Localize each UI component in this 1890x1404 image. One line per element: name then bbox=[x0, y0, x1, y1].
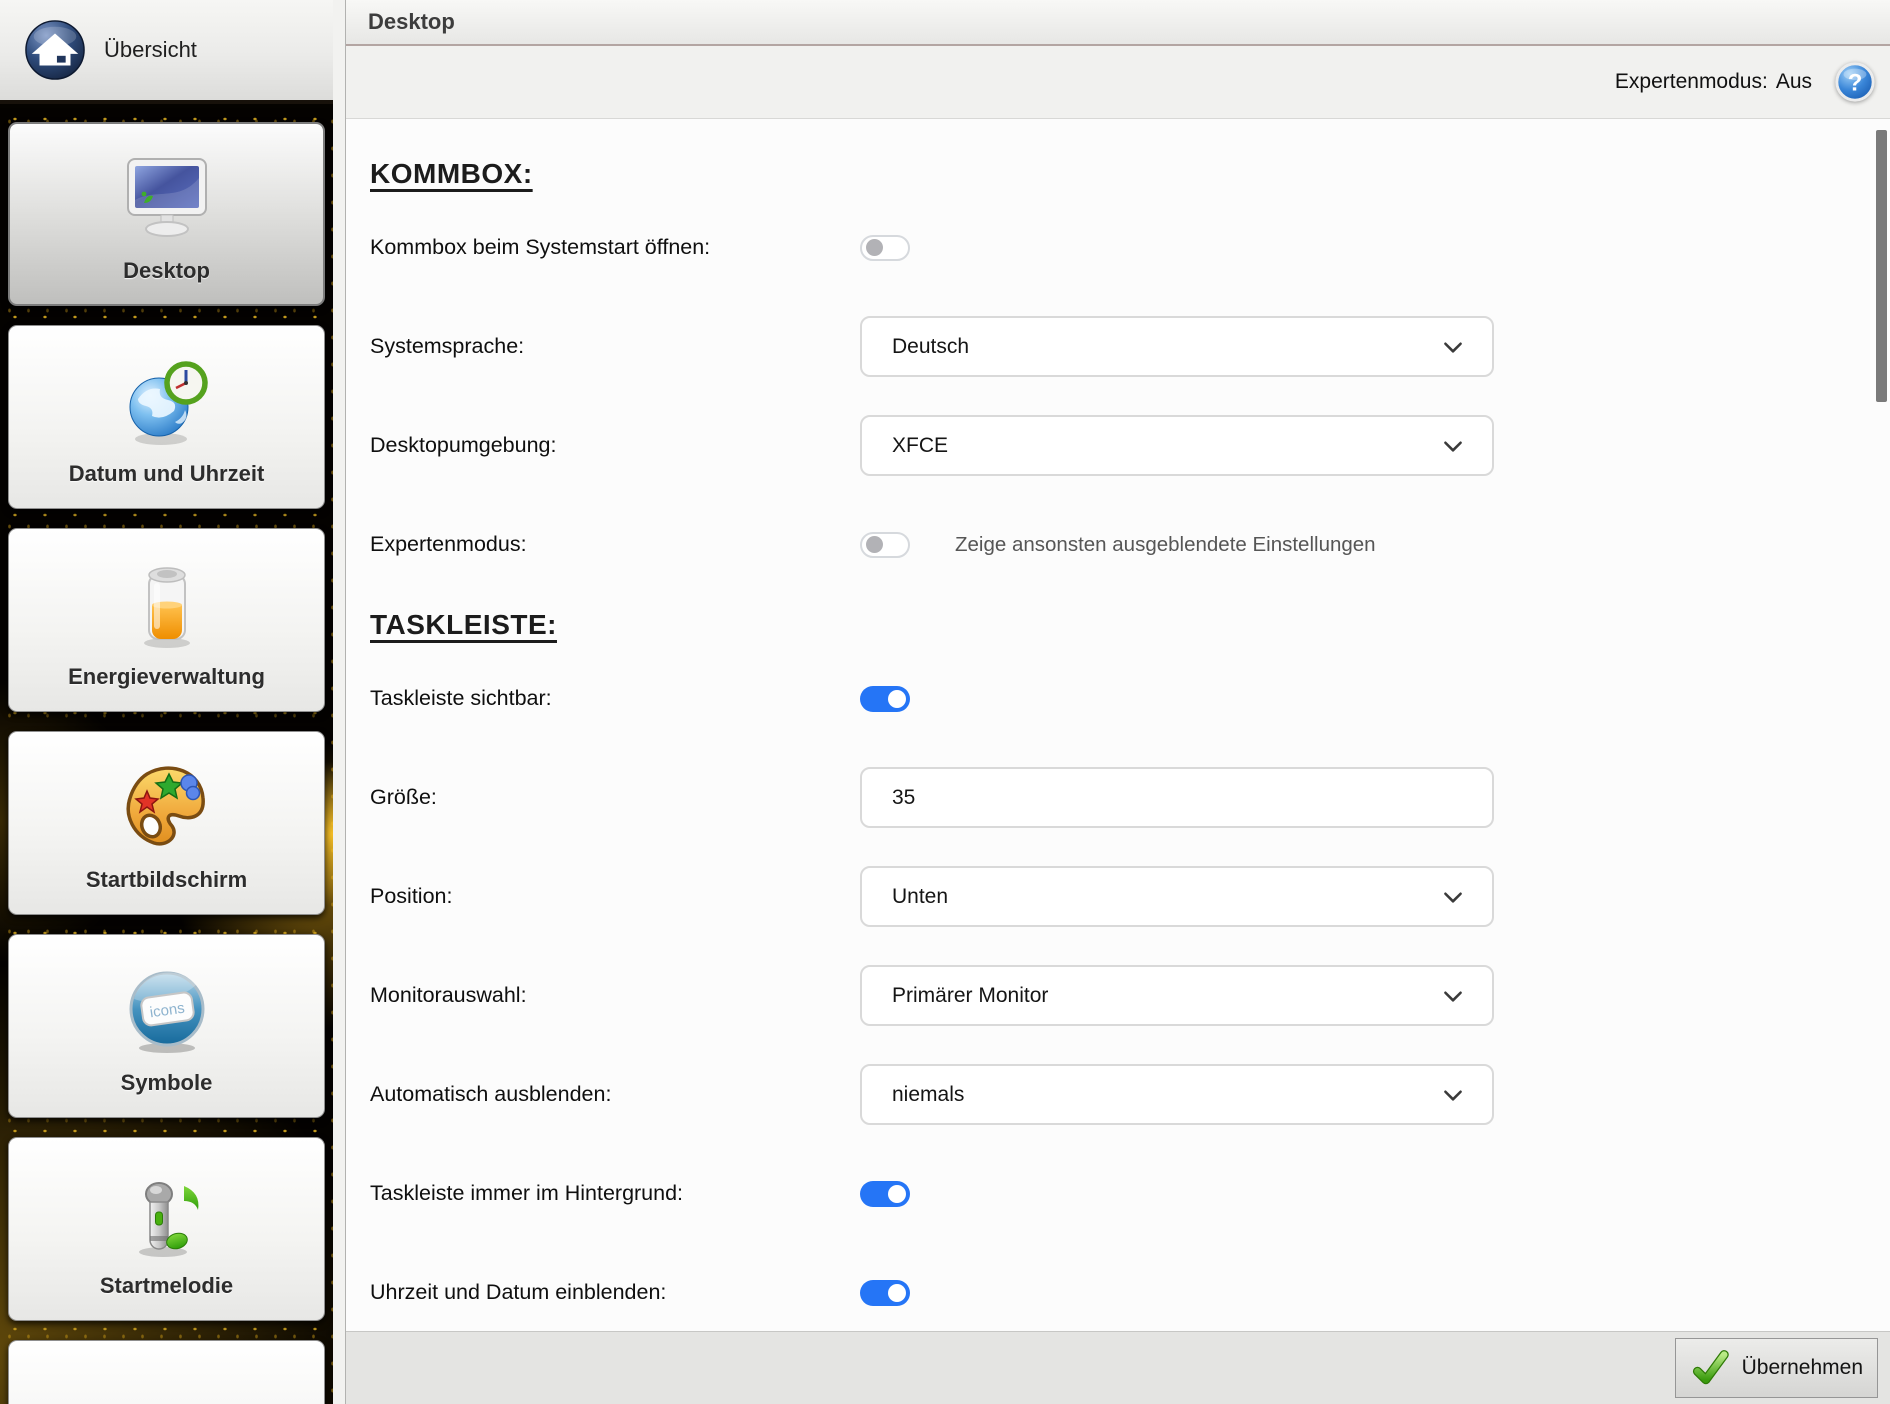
position-label: Position: bbox=[370, 884, 860, 909]
vertical-scrollbar-thumb[interactable] bbox=[1876, 130, 1887, 402]
uhrzeit-datum-toggle[interactable] bbox=[860, 1280, 910, 1306]
monitorauswahl-selected-value: Primärer Monitor bbox=[892, 984, 1048, 1008]
position-selected-value: Unten bbox=[892, 885, 948, 909]
sidebar-item-screensaver[interactable] bbox=[8, 1340, 325, 1404]
toggle-knob bbox=[888, 1284, 906, 1302]
groesse-label: Größe: bbox=[370, 785, 860, 810]
desktopumgebung-selected-value: XFCE bbox=[892, 434, 948, 458]
row-automatisch-ausblenden: Automatisch ausblenden: niemals bbox=[346, 1045, 1890, 1144]
expertenmodus-hint: Zeige ansonsten ausgeblendete Einstellun… bbox=[955, 533, 1376, 557]
sidebar-item-overview[interactable]: Übersicht bbox=[0, 0, 333, 104]
row-taskleiste-hintergrund: Taskleiste immer im Hintergrund: bbox=[346, 1144, 1890, 1243]
taskleiste-hintergrund-label: Taskleiste immer im Hintergrund: bbox=[370, 1181, 860, 1206]
taskleiste-sichtbar-toggle[interactable] bbox=[860, 686, 910, 712]
monitorauswahl-select[interactable]: Primärer Monitor bbox=[860, 965, 1494, 1026]
taskleiste-sichtbar-label: Taskleiste sichtbar: bbox=[370, 686, 860, 711]
sidebar: Übersicht Desktop bbox=[0, 0, 333, 1404]
section-heading-kommbox: KOMMBOX: bbox=[370, 158, 1890, 190]
expertenmodus-label: Expertenmodus: bbox=[370, 532, 860, 557]
page-title: Desktop bbox=[368, 9, 455, 35]
kommbox-rows: Kommbox beim Systemstart öffnen: Systems… bbox=[346, 198, 1890, 594]
sidebar-item-label: Energieverwaltung bbox=[68, 664, 265, 690]
systemsprache-select[interactable]: Deutsch bbox=[860, 316, 1494, 377]
panel-edge-divider bbox=[333, 0, 346, 1404]
toggle-knob bbox=[888, 1185, 906, 1203]
row-systemsprache: Systemsprache: Deutsch bbox=[346, 297, 1890, 396]
expert-mode-value: Aus bbox=[1776, 70, 1812, 94]
row-position: Position: Unten bbox=[346, 847, 1890, 946]
sidebar-item-label: Datum und Uhrzeit bbox=[69, 461, 265, 487]
paint-palette-icon bbox=[115, 754, 219, 858]
sidebar-item-label: Symbole bbox=[121, 1070, 213, 1096]
sidebar-nav: Desktop Datum und Uhrze bbox=[0, 108, 333, 1404]
microphone-note-icon bbox=[115, 1160, 219, 1264]
sidebar-item-energieverwaltung[interactable]: Energieverwaltung bbox=[8, 528, 325, 712]
desktopumgebung-label: Desktopumgebung: bbox=[370, 433, 860, 458]
icons-badge-icon: icons bbox=[115, 957, 219, 1061]
desktopumgebung-select[interactable]: XFCE bbox=[860, 415, 1494, 476]
row-desktopumgebung: Desktopumgebung: XFCE bbox=[346, 396, 1890, 495]
automatisch-ausblenden-selected-value: niemals bbox=[892, 1083, 964, 1107]
monitorauswahl-label: Monitorauswahl: bbox=[370, 983, 860, 1008]
sidebar-item-label: Startbildschirm bbox=[86, 867, 247, 893]
footer-bar: Übernehmen bbox=[346, 1331, 1890, 1404]
chevron-down-icon bbox=[1440, 1082, 1466, 1108]
screensaver-monitor-icon bbox=[115, 1393, 219, 1404]
toggle-knob bbox=[866, 536, 883, 553]
row-expertenmodus: Expertenmodus: Zeige ansonsten ausgeblen… bbox=[346, 495, 1890, 594]
sidebar-item-startbildschirm[interactable]: Startbildschirm bbox=[8, 731, 325, 915]
automatisch-ausblenden-select[interactable]: niemals bbox=[860, 1064, 1494, 1125]
row-monitorauswahl: Monitorauswahl: Primärer Monitor bbox=[346, 946, 1890, 1045]
home-icon bbox=[24, 19, 86, 81]
sidebar-item-label: Startmelodie bbox=[100, 1273, 233, 1299]
kommbox-autostart-toggle[interactable] bbox=[860, 235, 910, 261]
systemsprache-selected-value: Deutsch bbox=[892, 335, 969, 359]
chevron-down-icon bbox=[1440, 983, 1466, 1009]
row-taskleiste-sichtbar: Taskleiste sichtbar: bbox=[346, 649, 1890, 748]
help-button[interactable]: ? bbox=[1834, 61, 1876, 103]
main-panel: Desktop Expertenmodus: Aus ? KOMMBOX: Ko… bbox=[346, 0, 1890, 1404]
sidebar-item-desktop[interactable]: Desktop bbox=[8, 122, 325, 306]
help-icon-glyph: ? bbox=[1848, 70, 1863, 97]
groesse-input[interactable] bbox=[860, 767, 1494, 828]
expert-mode-bar: Expertenmodus: Aus ? bbox=[346, 46, 1890, 119]
toggle-knob bbox=[866, 239, 883, 256]
section-heading-taskleiste: TASKLEISTE: bbox=[370, 609, 1890, 641]
sidebar-item-datum-und-uhrzeit[interactable]: Datum und Uhrzeit bbox=[8, 325, 325, 509]
apply-button-label: Übernehmen bbox=[1742, 1356, 1863, 1380]
globe-clock-icon bbox=[115, 348, 219, 452]
sidebar-item-startmelodie[interactable]: Startmelodie bbox=[8, 1137, 325, 1321]
position-select[interactable]: Unten bbox=[860, 866, 1494, 927]
uhrzeit-datum-label: Uhrzeit und Datum einblenden: bbox=[370, 1280, 860, 1305]
chevron-down-icon bbox=[1440, 884, 1466, 910]
settings-content: KOMMBOX: Kommbox beim Systemstart öffnen… bbox=[346, 120, 1890, 1332]
chevron-down-icon bbox=[1440, 433, 1466, 459]
sidebar-overview-label: Übersicht bbox=[104, 37, 197, 63]
toggle-knob bbox=[888, 690, 906, 708]
systemsprache-label: Systemsprache: bbox=[370, 334, 860, 359]
taskleiste-hintergrund-toggle[interactable] bbox=[860, 1181, 910, 1207]
taskleiste-rows: Taskleiste sichtbar: Größe: Position: Un… bbox=[346, 649, 1890, 1332]
page-title-bar: Desktop bbox=[346, 0, 1890, 46]
chevron-down-icon bbox=[1440, 334, 1466, 360]
row-kommbox-autostart: Kommbox beim Systemstart öffnen: bbox=[346, 198, 1890, 297]
check-icon bbox=[1690, 1348, 1730, 1388]
sidebar-item-label: Desktop bbox=[123, 258, 210, 284]
expert-mode-label: Expertenmodus: bbox=[1615, 70, 1768, 94]
row-uhrzeit-datum: Uhrzeit und Datum einblenden: bbox=[346, 1243, 1890, 1332]
battery-icon bbox=[115, 551, 219, 655]
apply-button[interactable]: Übernehmen bbox=[1675, 1338, 1878, 1398]
sidebar-item-symbole[interactable]: icons Symbole bbox=[8, 934, 325, 1118]
automatisch-ausblenden-label: Automatisch ausblenden: bbox=[370, 1082, 860, 1107]
expertenmodus-toggle[interactable] bbox=[860, 532, 910, 558]
row-groesse: Größe: bbox=[346, 748, 1890, 847]
kommbox-autostart-label: Kommbox beim Systemstart öffnen: bbox=[370, 235, 860, 260]
desktop-monitor-icon bbox=[115, 145, 219, 249]
